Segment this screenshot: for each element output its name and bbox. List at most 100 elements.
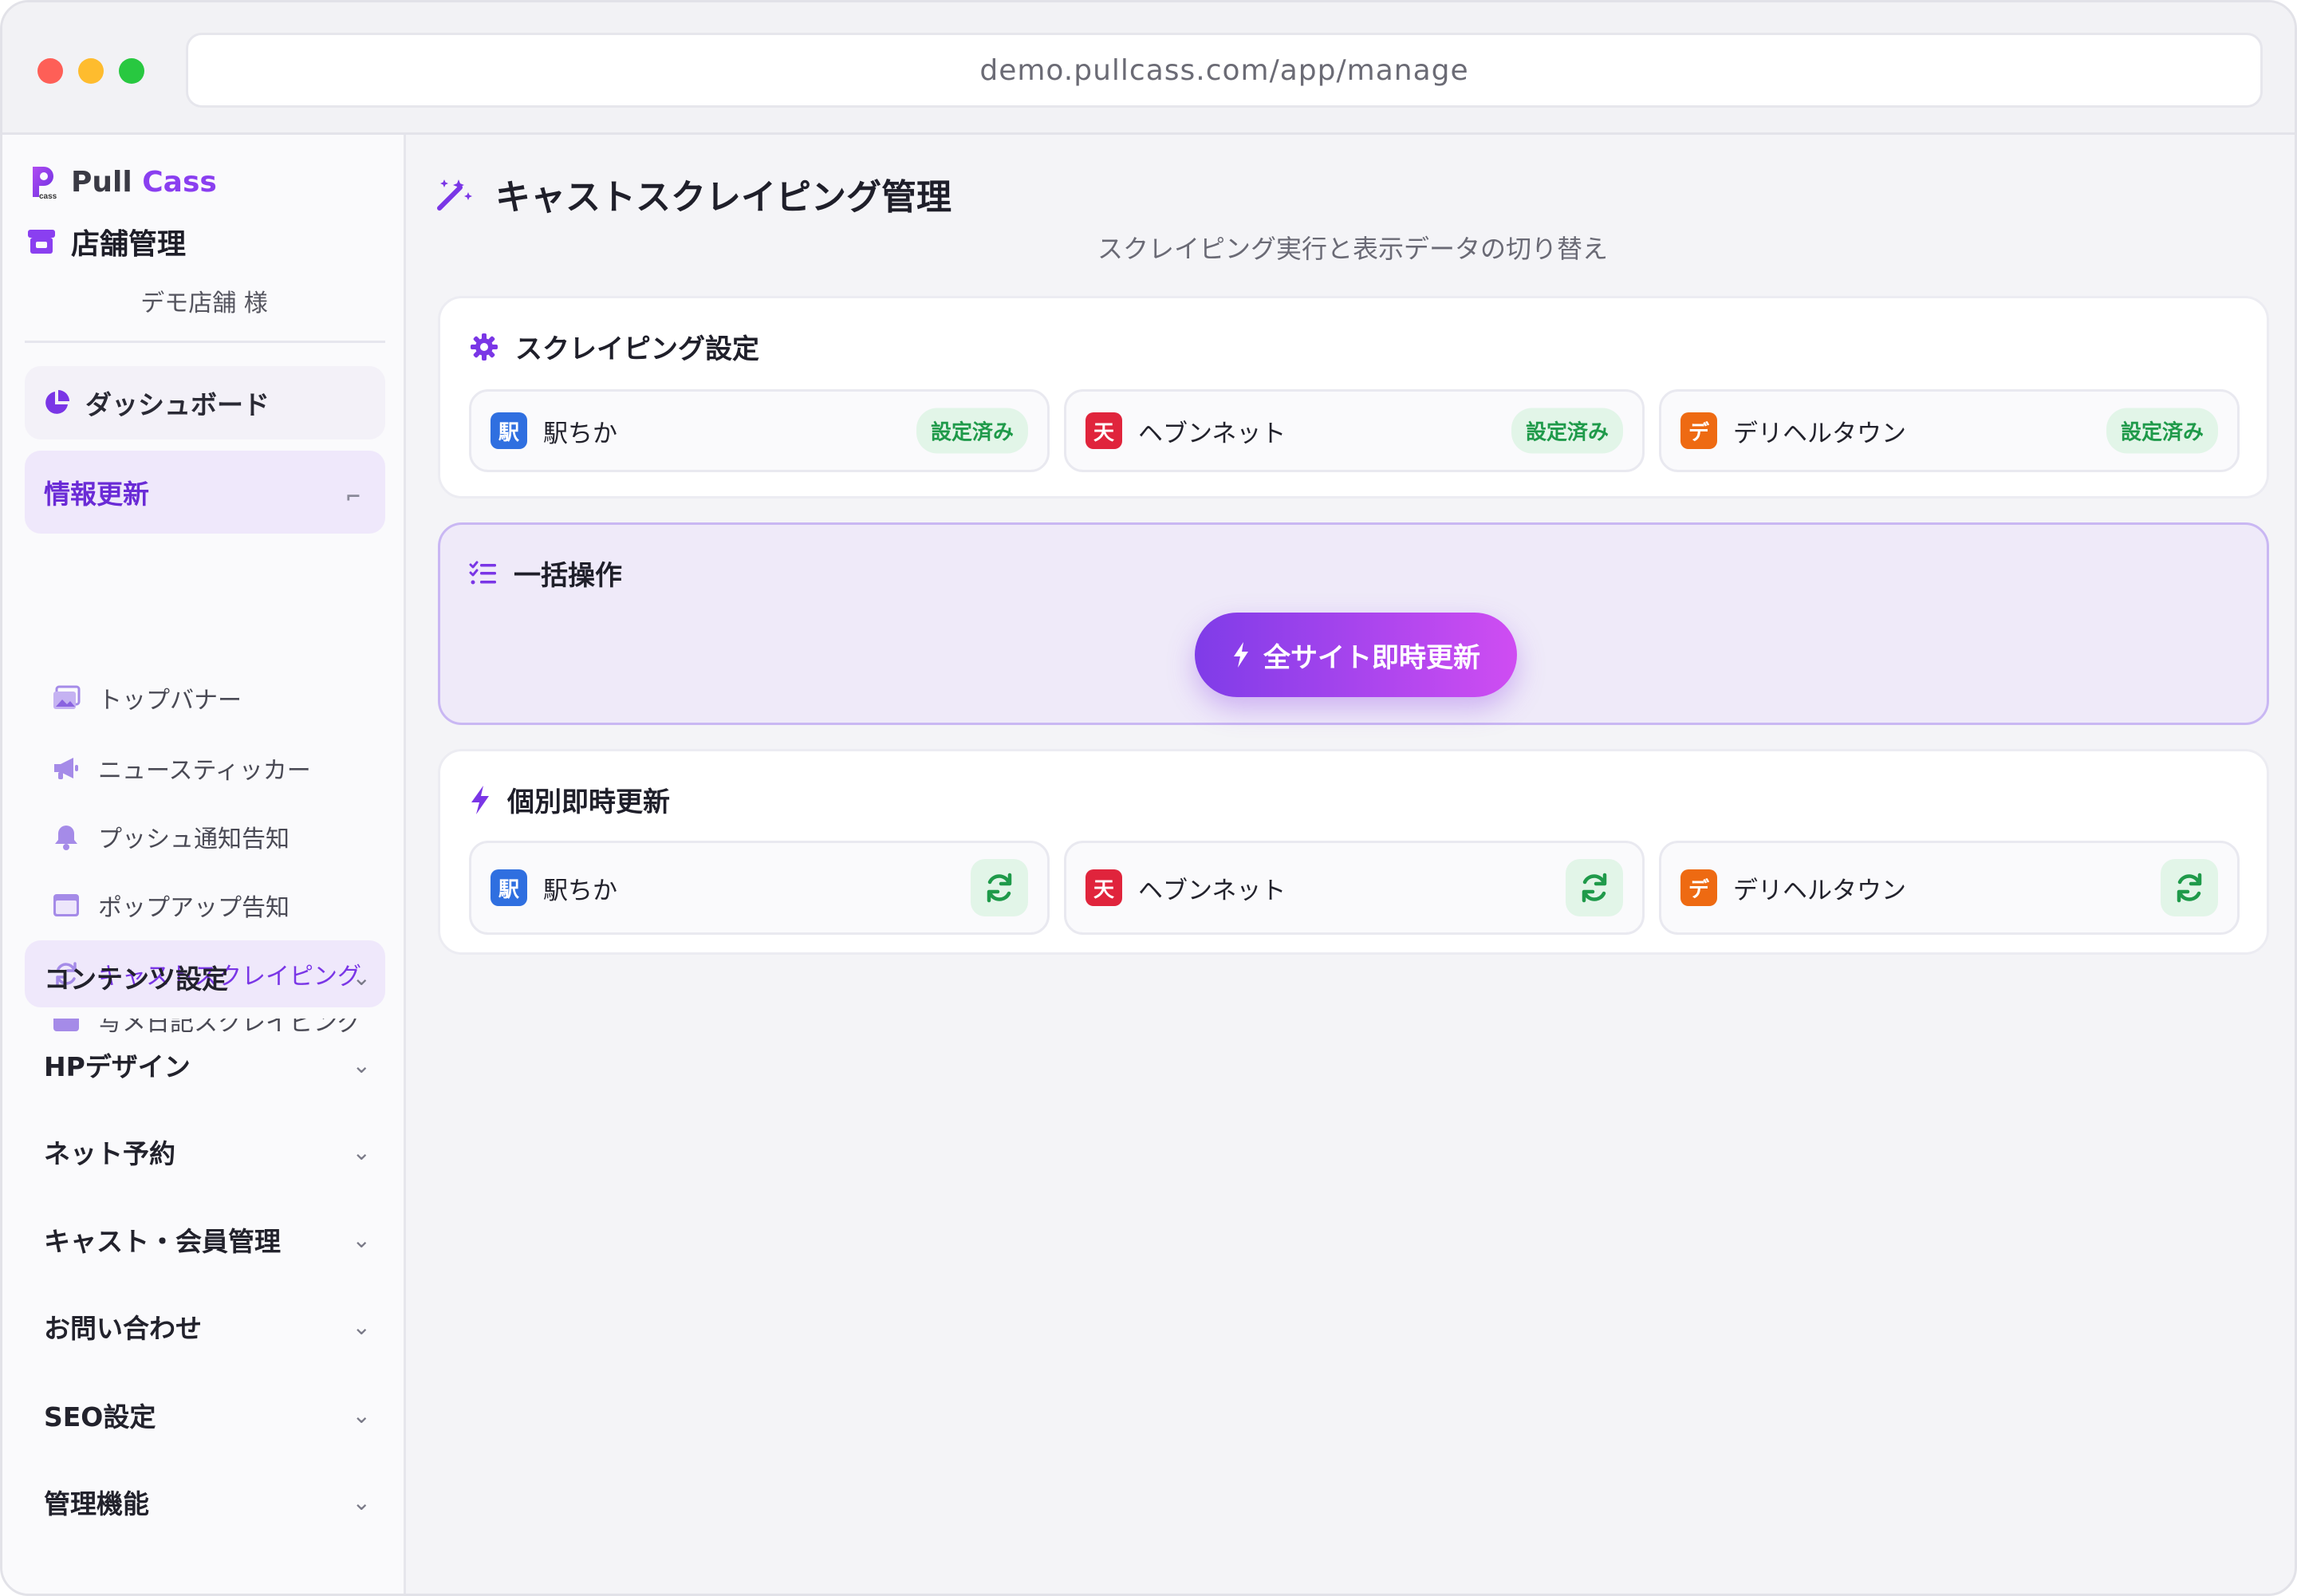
update-all-sites-button[interactable]: 全サイト即時更新 <box>1195 613 1517 697</box>
store-title: 店舗管理 <box>71 228 187 261</box>
status-badge: 設定済み <box>2106 408 2218 454</box>
sidebar: cass Pull Cass 店舗管理 デモ店舗 様 ダッシュボード 情報更新 … <box>2 135 406 1594</box>
refresh-icon <box>1582 873 1607 903</box>
pie-chart-icon <box>45 390 69 414</box>
sidebar-group-label: コンテンツ設定 <box>44 964 228 995</box>
sidebar-subitem-label: ポップアップ告知 <box>98 894 290 922</box>
sidebar-group-admin-functions[interactable]: 管理機能 ⌄ <box>44 1478 371 1526</box>
chevron-up-icon: ⌐ <box>345 486 361 508</box>
site-name: 駅ちか <box>543 419 617 448</box>
lightning-icon <box>471 785 489 814</box>
store-icon <box>28 230 55 254</box>
sidebar-scroll-clip: 写メ日記スクレイピング <box>25 1019 385 1041</box>
sidebar-group-label: ネット予約 <box>44 1138 175 1169</box>
site-badge: 駅 <box>491 869 527 906</box>
site-badge: デ <box>1680 412 1717 449</box>
checklist-icon <box>469 561 496 584</box>
chevron-down-icon: ⌄ <box>352 1313 371 1340</box>
sidebar-group-content-settings[interactable]: コンテンツ設定 ⌄ <box>44 953 371 1001</box>
scraping-settings-card: スクレイピング設定 駅 駅ちか 設定済み 天 ヘブンネット 設定済み デ デリヘ… <box>438 296 2269 499</box>
chevron-down-icon: ⌄ <box>352 1401 371 1429</box>
site-badge: 天 <box>1085 412 1122 449</box>
brand-logo-link[interactable]: cass Pull Cass <box>28 164 217 200</box>
camera-icon <box>52 1019 81 1034</box>
site-name: デリヘルタウン <box>1733 876 1906 905</box>
sidebar-subitem-popup-notice[interactable]: ポップアップ告知 <box>25 872 385 939</box>
address-bar-url: demo.pullcass.com/app/manage <box>979 53 1469 87</box>
gear-icon <box>471 333 498 361</box>
sidebar-group-label: 管理機能 <box>44 1488 149 1519</box>
sidebar-subitem-label: プッシュ通知告知 <box>98 826 290 853</box>
sidebar-subitem-top-banner[interactable]: トップバナー <box>25 664 385 731</box>
site-badge: 天 <box>1085 869 1122 906</box>
refresh-heavennet-button[interactable] <box>1566 859 1623 916</box>
store-user-name: デモ店舗 様 <box>140 290 268 317</box>
sidebar-group-label: キャスト・会員管理 <box>44 1226 281 1257</box>
browser-window: demo.pullcass.com/app/manage cass Pull C… <box>0 0 2297 1596</box>
sidebar-group-hp-design[interactable]: HPデザイン ⌄ <box>44 1041 371 1089</box>
sidebar-group-net-reservation[interactable]: ネット予約 ⌄ <box>44 1128 371 1176</box>
sidebar-item-info-update[interactable]: 情報更新 ⌐ <box>25 451 385 534</box>
brand-name: Pull Cass <box>71 166 217 199</box>
card-header: 一括操作 <box>469 554 622 593</box>
sidebar-item-label: ダッシュボード <box>85 389 270 420</box>
individual-site-heavennet: 天 ヘブンネット <box>1064 841 1645 935</box>
lightning-icon <box>1234 642 1248 668</box>
sidebar-item-dashboard[interactable]: ダッシュボード <box>25 366 385 439</box>
sidebar-divider <box>25 341 385 343</box>
card-header: 個別即時更新 <box>469 780 670 819</box>
pullcass-logo-icon: cass <box>33 167 57 200</box>
button-label: 全サイト即時更新 <box>1263 642 1480 673</box>
card-title: 一括操作 <box>514 560 622 592</box>
site-badge: デ <box>1680 869 1717 906</box>
sidebar-group-seo-settings[interactable]: SEO設定 ⌄ <box>44 1391 371 1439</box>
settings-site-heavennet[interactable]: 天 ヘブンネット 設定済み <box>1064 389 1645 472</box>
sidebar-group-label: お問い合わせ <box>44 1313 202 1344</box>
settings-site-ekichika[interactable]: 駅 駅ちか 設定済み <box>469 389 1050 472</box>
sidebar-subitem-label: トップバナー <box>98 687 242 715</box>
page-subtitle: スクレイピング実行と表示データの切り替え <box>1097 234 1608 264</box>
bulk-operation-card: 一括操作 全サイト即時更新 <box>438 522 2269 725</box>
sidebar-group-cast-member-management[interactable]: キャスト・会員管理 ⌄ <box>44 1216 371 1263</box>
card-header: スクレイピング設定 <box>469 327 759 366</box>
close-window-button[interactable] <box>37 58 63 84</box>
brand-name-part1: Pull <box>71 165 132 199</box>
sidebar-subitem-label: ニュースティッカー <box>98 757 311 785</box>
sidebar-subitem-news-ticker[interactable]: ニュースティッカー <box>25 735 385 802</box>
sidebar-subitem-photo-diary-scraping[interactable]: 写メ日記スクレイピング <box>25 1019 385 1041</box>
status-badge: 設定済み <box>1511 408 1623 454</box>
site-name: デリヘルタウン <box>1733 419 1906 448</box>
page-header: キャストスクレイピング管理 <box>435 168 952 219</box>
sidebar-group-label: HPデザイン <box>44 1051 191 1082</box>
browser-titlebar: demo.pullcass.com/app/manage <box>2 2 2295 135</box>
refresh-icon <box>2177 873 2202 903</box>
sidebar-subitem-push-notification[interactable]: プッシュ通知告知 <box>25 803 385 870</box>
card-title: スクレイピング設定 <box>515 333 759 365</box>
site-name: 駅ちか <box>543 876 617 905</box>
chevron-down-icon: ⌄ <box>352 1488 371 1515</box>
minimize-window-button[interactable] <box>78 58 104 84</box>
individual-update-card: 個別即時更新 駅 駅ちか 天 ヘブンネット デ デリヘルタウン <box>438 749 2269 955</box>
logo-small-text: cass <box>39 192 57 200</box>
individual-site-deliherutown: デ デリヘルタウン <box>1659 841 2240 935</box>
images-icon <box>52 684 81 712</box>
chevron-down-icon: ⌄ <box>352 1226 371 1253</box>
site-name: ヘブンネット <box>1138 876 1286 905</box>
megaphone-icon <box>52 754 81 782</box>
store-header: 店舗管理 <box>26 221 186 262</box>
refresh-ekichika-button[interactable] <box>971 859 1028 916</box>
settings-site-deliherutown[interactable]: デ デリヘルタウン 設定済み <box>1659 389 2240 472</box>
address-bar[interactable]: demo.pullcass.com/app/manage <box>186 33 2263 108</box>
sidebar-group-inquiries[interactable]: お問い合わせ ⌄ <box>44 1302 371 1350</box>
chevron-down-icon: ⌄ <box>352 1138 371 1165</box>
status-badge: 設定済み <box>916 408 1028 454</box>
chevron-down-icon: ⌄ <box>352 1051 371 1078</box>
sidebar-group-label: SEO設定 <box>44 1401 156 1432</box>
main-content: キャストスクレイピング管理 スクレイピング実行と表示データの切り替え スクレイピ… <box>406 135 2295 1594</box>
refresh-deliherutown-button[interactable] <box>2161 859 2218 916</box>
site-badge: 駅 <box>491 412 527 449</box>
sidebar-item-label: 情報更新 <box>44 479 149 510</box>
page-title: キャストスクレイピング管理 <box>495 177 952 218</box>
maximize-window-button[interactable] <box>119 58 144 84</box>
window-icon <box>52 891 81 920</box>
